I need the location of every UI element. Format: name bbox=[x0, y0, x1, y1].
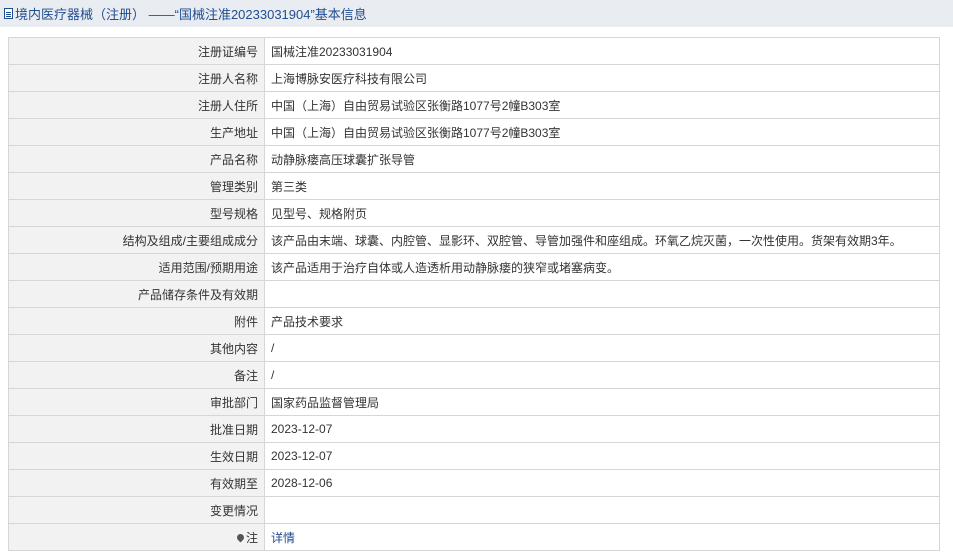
pin-icon bbox=[235, 532, 246, 543]
table-row: 其他内容 / bbox=[8, 334, 940, 362]
row-value: 2023-12-07 bbox=[264, 442, 940, 470]
page-header: 境内医疗器械（注册） ——“国械注准20233031904”基本信息 bbox=[0, 0, 953, 27]
table-row: 注册证编号 国械注准20233031904 bbox=[8, 37, 940, 65]
table-row: 注册人住所 中国（上海）自由贸易试验区张衡路1077号2幢B303室 bbox=[8, 91, 940, 119]
row-value: 该产品由末端、球囊、内腔管、显影环、双腔管、导管加强件和座组成。环氧乙烷灭菌，一… bbox=[264, 226, 940, 254]
table-row: 型号规格 见型号、规格附页 bbox=[8, 199, 940, 227]
table-row: 管理类别 第三类 bbox=[8, 172, 940, 200]
row-value: 上海博脉安医疗科技有限公司 bbox=[264, 64, 940, 92]
row-value: 产品技术要求 bbox=[264, 307, 940, 335]
row-label: 适用范围/预期用途 bbox=[8, 253, 265, 281]
info-table: 注册证编号 国械注准20233031904 注册人名称 上海博脉安医疗科技有限公司 … bbox=[8, 37, 940, 551]
table-row: 结构及组成/主要组成成分 该产品由末端、球囊、内腔管、显影环、双腔管、导管加强件和… bbox=[8, 226, 940, 254]
table-row: 备注 / bbox=[8, 361, 940, 389]
row-value: 2023-12-07 bbox=[264, 415, 940, 443]
table-row: 适用范围/预期用途 该产品适用于治疗自体或人造透析用动静脉瘘的狭窄或堵塞病变。 bbox=[8, 253, 940, 281]
note-value-cell: 详情 bbox=[264, 523, 940, 551]
row-label: 注册人住所 bbox=[8, 91, 265, 119]
row-value: 该产品适用于治疗自体或人造透析用动静脉瘘的狭窄或堵塞病变。 bbox=[264, 253, 940, 281]
row-value: / bbox=[264, 334, 940, 362]
row-label: 管理类别 bbox=[8, 172, 265, 200]
note-label: 注 bbox=[245, 530, 258, 545]
row-label: 产品储存条件及有效期 bbox=[8, 280, 265, 308]
row-label: 审批部门 bbox=[8, 388, 265, 416]
table-row: 生效日期 2023-12-07 bbox=[8, 442, 940, 470]
table-row: 产品名称 动静脉瘘高压球囊扩张导管 bbox=[8, 145, 940, 173]
row-value bbox=[264, 280, 940, 308]
row-label: 生产地址 bbox=[8, 118, 265, 146]
row-value: 国家药品监督管理局 bbox=[264, 388, 940, 416]
table-row: 审批部门 国家药品监督管理局 bbox=[8, 388, 940, 416]
document-icon bbox=[4, 8, 13, 19]
page-title: 境内医疗器械（注册） ——“国械注准20233031904”基本信息 bbox=[15, 7, 367, 22]
row-label: 其他内容 bbox=[8, 334, 265, 362]
row-label: 有效期至 bbox=[8, 469, 265, 497]
row-value: 国械注准20233031904 bbox=[264, 37, 940, 65]
table-row: 注册人名称 上海博脉安医疗科技有限公司 bbox=[8, 64, 940, 92]
row-label: 注册人名称 bbox=[8, 64, 265, 92]
row-value: 第三类 bbox=[264, 172, 940, 200]
note-label-cell: 注 bbox=[8, 523, 265, 551]
details-link[interactable]: 详情 bbox=[271, 531, 295, 545]
row-value: 见型号、规格附页 bbox=[264, 199, 940, 227]
row-value: 中国（上海）自由贸易试验区张衡路1077号2幢B303室 bbox=[264, 91, 940, 119]
row-label: 备注 bbox=[8, 361, 265, 389]
table-row: 批准日期 2023-12-07 bbox=[8, 415, 940, 443]
note-row: 注 详情 bbox=[8, 523, 940, 551]
row-value: 动静脉瘘高压球囊扩张导管 bbox=[264, 145, 940, 173]
row-label: 产品名称 bbox=[8, 145, 265, 173]
table-row: 产品储存条件及有效期 bbox=[8, 280, 940, 308]
row-value bbox=[264, 496, 940, 524]
table-row: 生产地址 中国（上海）自由贸易试验区张衡路1077号2幢B303室 bbox=[8, 118, 940, 146]
table-row: 附件 产品技术要求 bbox=[8, 307, 940, 335]
row-label: 结构及组成/主要组成成分 bbox=[8, 226, 265, 254]
row-value: 2028-12-06 bbox=[264, 469, 940, 497]
row-label: 附件 bbox=[8, 307, 265, 335]
row-value: / bbox=[264, 361, 940, 389]
row-value: 中国（上海）自由贸易试验区张衡路1077号2幢B303室 bbox=[264, 118, 940, 146]
table-row: 变更情况 bbox=[8, 496, 940, 524]
row-label: 注册证编号 bbox=[8, 37, 265, 65]
row-label: 生效日期 bbox=[8, 442, 265, 470]
row-label: 型号规格 bbox=[8, 199, 265, 227]
row-label: 批准日期 bbox=[8, 415, 265, 443]
row-label: 变更情况 bbox=[8, 496, 265, 524]
table-row: 有效期至 2028-12-06 bbox=[8, 469, 940, 497]
